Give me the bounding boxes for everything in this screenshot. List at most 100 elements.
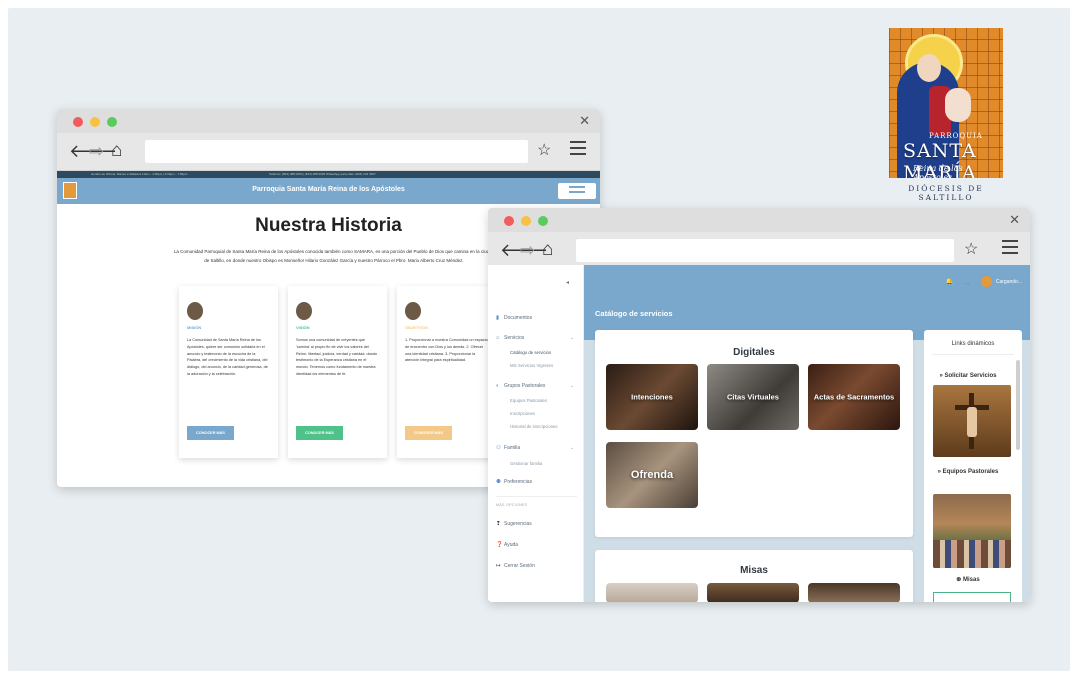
conocer-mas-button[interactable]: CONOCER MÁS [296, 426, 343, 440]
card-title: VISIÓN [296, 325, 310, 330]
sidebar-item[interactable]: ⚉ Preferencias [496, 479, 532, 485]
sidebar-item[interactable]: ▮ Documentos [496, 315, 532, 321]
sidebar: ◂ ▮ Documentos ⌂ Servicios ⌄ ◐ Grupos Pastoral… [488, 265, 584, 602]
home-icon[interactable]: ⌂ [542, 239, 553, 261]
info-card: OBJETIVOS 1. Proporcionar a nuestra Comun… [397, 286, 496, 458]
cart-icon[interactable]: 🛒 [964, 279, 971, 285]
logo-subtitle: Reina de los Apóstoles [913, 164, 963, 178]
sidebar-item[interactable]: ❓Ayuda [496, 542, 518, 548]
bookmark-star-icon[interactable]: ☆ [537, 140, 551, 160]
minimize-dot[interactable] [90, 117, 100, 127]
chevron-down-icon[interactable]: ⌄ [570, 445, 574, 451]
dynamic-links-panel: Links dinámicos » Solicitar Servicios » … [924, 330, 1022, 602]
sidebar-icon: ❓ [496, 542, 503, 548]
service-tile[interactable]: Citas Virtuales [707, 364, 799, 430]
card-title: OBJETIVOS [405, 325, 428, 330]
link-equipos-pastorales[interactable]: » Equipos Pastorales [924, 468, 1012, 476]
conocer-mas-button[interactable]: CONOCER MÁS [187, 426, 234, 440]
phone-info: Teléfono: (844) 488 0000 | (844) 488 000… [269, 172, 376, 176]
close-icon[interactable]: ✕ [579, 113, 590, 129]
forward-arrow-icon[interactable]: ⇨ [89, 141, 104, 162]
maximize-dot[interactable] [107, 117, 117, 127]
digitales-panel: Digitales Intenciones Citas Virtuales Acta… [595, 330, 913, 537]
notification-bell-icon[interactable]: 🔔 [946, 279, 953, 285]
info-strip: Horario de Oficina: Martes a Sábados 10a… [57, 171, 600, 178]
menu-icon[interactable] [570, 141, 586, 155]
card-text: 1. Proporcionar a nuestra Comunidad un e… [405, 338, 488, 363]
sidebar-more-label: MÁS OPCIONES [496, 503, 528, 507]
crucifix-image[interactable] [933, 385, 1011, 457]
misas-panel: Misas [595, 550, 913, 602]
sidebar-item-label: Familia [504, 445, 521, 451]
service-tile[interactable]: Intenciones [606, 364, 698, 430]
card-avatar [405, 302, 421, 320]
sidebar-item-label: Documentos [504, 315, 533, 321]
close-dot[interactable] [504, 216, 514, 226]
sidebar-item[interactable]: ◐ Grupos Pastorales [496, 383, 545, 389]
collapse-icon[interactable]: ◂ [566, 279, 569, 286]
sidebar-icon: ↦ [496, 563, 501, 569]
sidebar-item[interactable]: ❢ Sugerencias [496, 521, 532, 527]
sidebar-icon: ❢ [496, 521, 501, 527]
site-header: Parroquia Santa María Reina de los Apóst… [57, 178, 600, 204]
sidebar-item[interactable]: ↦ Cerrar Sesión [496, 563, 535, 569]
card-title: MISIÓN [187, 325, 202, 330]
group-photo-image[interactable] [933, 494, 1011, 568]
maximize-dot[interactable] [538, 216, 548, 226]
link-misas[interactable]: ⊛ Misas [924, 576, 1012, 584]
address-bar[interactable] [576, 239, 954, 262]
logo-artwork: PARROQUIA SANTA MARÍA Reina de los Apóst… [889, 28, 1003, 178]
forward-arrow-icon[interactable]: ⇨ [520, 240, 535, 261]
sidebar-icon: ⚇ [496, 445, 501, 451]
sidebar-subitem[interactable]: Equipos Pastorales [510, 398, 547, 403]
titlebar: ✕ [57, 109, 600, 133]
scrollbar[interactable] [1016, 360, 1020, 450]
service-tile-label: Ofrenda [630, 469, 674, 481]
digitales-title: Digitales [733, 347, 775, 358]
sidebar-subitem[interactable]: Catálogo de servicios [510, 350, 551, 355]
info-card: VISIÓN Somos una comunidad de creyentes q… [288, 286, 387, 458]
bookmark-star-icon[interactable]: ☆ [964, 239, 978, 259]
site-menu-button[interactable] [558, 183, 596, 199]
sidebar-subitem[interactable]: Inscripciones [510, 411, 535, 416]
close-icon[interactable]: ✕ [1009, 212, 1020, 228]
canvas: PARROQUIA SANTA MARÍA Reina de los Apóst… [8, 8, 1070, 671]
card-text: La Comunidad de Santa María Reina de los… [187, 338, 268, 376]
home-icon[interactable]: ⌂ [111, 140, 122, 162]
service-tile[interactable]: Ofrenda [606, 442, 698, 508]
link-solicitar-servicios[interactable]: » Solicitar Servicios [924, 372, 1012, 380]
avatar[interactable] [981, 276, 993, 287]
sidebar-subitem[interactable]: Gestionar familia [510, 461, 542, 466]
sidebar-subitem[interactable]: Mis Servicios Vigentes [510, 363, 553, 368]
conocer-mas-button[interactable]: CONOCER MÁS [405, 426, 452, 440]
close-dot[interactable] [73, 117, 83, 127]
sidebar-item[interactable]: ⌂ Servicios [496, 335, 524, 341]
chevron-down-icon[interactable]: ⌄ [570, 383, 574, 389]
sidebar-item[interactable]: ⚇ Familia [496, 445, 520, 451]
sidebar-subitem[interactable]: Historial de inscripciones [510, 424, 558, 429]
site-name: Parroquia Santa María Reina de los Apóst… [252, 186, 405, 193]
intro-text: La Comunidad Parroquial de Santa María R… [173, 249, 495, 263]
service-tile-label: Intenciones [631, 392, 673, 402]
service-tile-label: Actas de Sacramentos [813, 392, 895, 402]
misas-tile[interactable] [606, 583, 698, 602]
sidebar-item-label: Ayuda [504, 542, 519, 548]
address-bar[interactable] [145, 140, 528, 163]
sidebar-icon: ⚉ [496, 479, 501, 485]
chevron-down-icon[interactable]: ⌄ [570, 335, 574, 341]
browser-window-services: ✕ 🡐 ⇨ ⌂ ☆ ◂ ▮ Documentos ⌂ Servicios ⌄ ◐ Grupo… [488, 208, 1030, 602]
service-tile-label: Citas Virtuales [727, 392, 779, 402]
link-label: Solicitar Servicios [944, 373, 997, 379]
misas-tile[interactable] [808, 583, 900, 602]
parish-logo: PARROQUIA SANTA MARÍA Reina de los Apóst… [881, 28, 1011, 202]
sidebar-item-label: Cerrar Sesión [504, 563, 535, 569]
service-tile[interactable]: Actas de Sacramentos [808, 364, 900, 430]
page-title: Catálogo de servicios [595, 309, 673, 318]
user-area: 🔔 🛒 Cargando... [946, 276, 1022, 287]
misas-tile[interactable] [707, 583, 799, 602]
minimize-dot[interactable] [521, 216, 531, 226]
browser-toolbar: 🡐 ⇨ ⌂ ☆ [57, 133, 600, 171]
titlebar: ✕ [488, 208, 1030, 232]
link-label: Misas [963, 577, 980, 583]
menu-icon[interactable] [1002, 240, 1018, 254]
